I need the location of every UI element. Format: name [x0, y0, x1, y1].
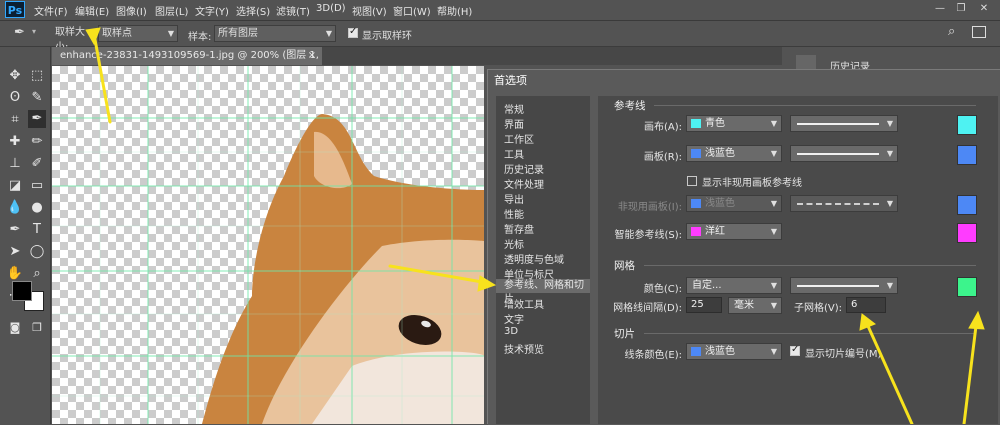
- arrow-to-category: [388, 264, 490, 285]
- annotation-arrows: [85, 27, 985, 424]
- arrowhead-icon: [477, 275, 497, 292]
- arrow-to-subdivisions: [866, 324, 914, 424]
- arrow-to-edit-menu: [92, 32, 112, 124]
- arrowhead-icon: [968, 310, 985, 330]
- arrowhead-icon: [85, 27, 101, 46]
- arrow-to-grid-swatch: [962, 324, 978, 424]
